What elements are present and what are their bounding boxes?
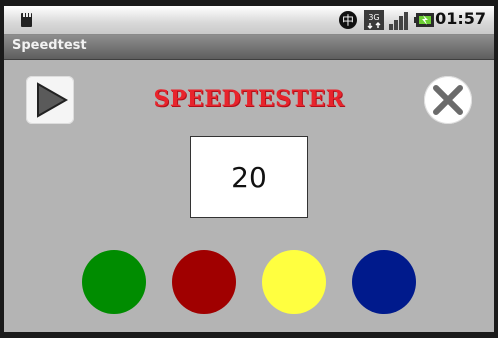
close-icon: [433, 85, 463, 115]
green-color-button[interactable]: [82, 250, 146, 314]
close-button[interactable]: [424, 76, 472, 124]
title-bar: Speedtest: [4, 35, 494, 60]
chinese-input-icon: 中: [339, 11, 357, 29]
screen: 中 3G 01:57 Speedtest SPEEDTESTER 20: [4, 6, 494, 332]
app-title: Speedtest: [12, 38, 87, 53]
svg-text:中: 中: [342, 13, 354, 28]
status-time: 01:57: [435, 9, 486, 28]
counter-value: 20: [231, 160, 267, 194]
status-bar: 中 3G 01:57: [4, 6, 494, 35]
counter-display: 20: [190, 136, 308, 218]
play-button[interactable]: [26, 76, 74, 124]
device-frame: 中 3G 01:57 Speedtest SPEEDTESTER 20: [0, 0, 498, 338]
3g-icon: 3G: [364, 10, 384, 30]
yellow-color-button[interactable]: [262, 250, 326, 314]
main-content: SPEEDTESTER 20: [4, 60, 494, 332]
battery-charging-icon: [414, 13, 434, 27]
red-color-button[interactable]: [172, 250, 236, 314]
3g-label: 3G: [368, 13, 379, 22]
blue-color-button[interactable]: [352, 250, 416, 314]
signal-icon: [389, 12, 408, 30]
sd-card-icon: [21, 13, 32, 27]
play-icon: [37, 82, 69, 118]
app-heading: SPEEDTESTER: [153, 86, 345, 112]
